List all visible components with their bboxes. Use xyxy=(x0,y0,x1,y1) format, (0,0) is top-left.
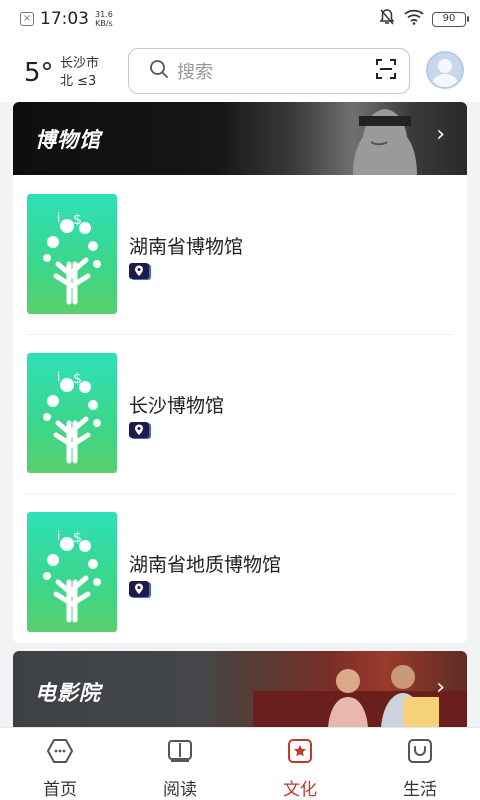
museum-name: 长沙博物馆 xyxy=(129,395,225,417)
search-icon xyxy=(149,59,169,83)
open-book-icon xyxy=(166,737,194,769)
scan-icon[interactable] xyxy=(375,58,397,84)
weather-wind: 北 ≤3 xyxy=(60,74,97,89)
section-title-museum: 博物馆 xyxy=(35,128,101,152)
svg-text:$: $ xyxy=(73,371,82,387)
museum-section: 博物馆 › $ i 湖南省博物馆 $ i 长沙博物馆 $ i 湖南省地质博物馆 xyxy=(13,102,467,643)
bottom-tab-bar: 首页 阅读 文化 生活 xyxy=(0,727,480,800)
list-item[interactable]: $ i 湖南省地质博物馆 xyxy=(13,493,467,643)
avatar[interactable] xyxy=(426,51,464,89)
list-item[interactable]: $ i 湖南省博物馆 xyxy=(13,175,467,334)
museum-thumbnail: $ i xyxy=(27,194,117,314)
svg-text:$: $ xyxy=(73,530,82,546)
svg-text:i: i xyxy=(57,211,60,225)
weather-location[interactable]: 长沙市 北 ≤3 xyxy=(60,55,99,91)
tab-label: 阅读 xyxy=(163,780,197,800)
chevron-right-icon[interactable]: › xyxy=(436,122,445,147)
list-item[interactable]: $ i 长沙博物馆 xyxy=(13,334,467,493)
weather-temperature[interactable]: 5° xyxy=(24,58,54,88)
museum-banner[interactable]: 博物馆 › xyxy=(13,102,467,175)
tree-icon: $ i xyxy=(43,211,101,305)
header: 5° 长沙市 北 ≤3 搜索 xyxy=(0,38,480,102)
location-pin-icon[interactable] xyxy=(129,581,149,597)
section-title-cinema: 电影院 xyxy=(35,681,101,705)
search-input[interactable]: 搜索 xyxy=(177,58,375,84)
museum-name: 湖南省博物馆 xyxy=(129,236,244,258)
wifi-icon xyxy=(404,9,424,29)
status-bar: × 17:03 31.6 KB/s 90 xyxy=(0,0,480,38)
tree-icon: $ i xyxy=(43,529,101,623)
search-bar[interactable]: 搜索 xyxy=(128,48,410,94)
tab-reading[interactable]: 阅读 xyxy=(120,728,240,800)
network-speed-value: 31.6 xyxy=(95,10,113,19)
notification-x-icon: × xyxy=(20,12,34,26)
museum-thumbnail: $ i xyxy=(27,512,117,632)
tab-home[interactable]: 首页 xyxy=(0,728,120,800)
location-pin-icon[interactable] xyxy=(129,263,149,279)
mute-bell-icon xyxy=(378,8,396,30)
svg-text:$: $ xyxy=(73,212,82,228)
smile-bag-icon xyxy=(406,737,434,769)
tab-label: 文化 xyxy=(283,780,317,800)
hexagon-home-icon xyxy=(46,737,74,769)
svg-text:i: i xyxy=(57,370,60,384)
tab-label: 首页 xyxy=(43,780,77,800)
svg-text:i: i xyxy=(57,529,60,543)
network-speed: 31.6 KB/s xyxy=(95,10,113,28)
tab-culture[interactable]: 文化 xyxy=(240,728,360,800)
cinema-banner[interactable]: 电影院 › xyxy=(13,651,467,727)
museum-thumbnail: $ i xyxy=(27,353,117,473)
cinema-photo xyxy=(253,665,467,727)
museum-name: 湖南省地质博物馆 xyxy=(129,554,282,576)
tab-life[interactable]: 生活 xyxy=(360,728,480,800)
statue-image xyxy=(353,109,417,175)
weather-city: 长沙市 xyxy=(60,56,100,71)
status-time: 17:03 xyxy=(40,9,89,29)
cinema-section: 电影院 › xyxy=(13,651,467,727)
network-speed-unit: KB/s xyxy=(95,19,113,28)
star-frame-icon xyxy=(286,737,314,769)
location-pin-icon[interactable] xyxy=(129,422,149,438)
battery-indicator: 90 xyxy=(432,11,469,27)
tab-label: 生活 xyxy=(403,780,437,800)
tree-icon: $ i xyxy=(43,370,101,464)
chevron-right-icon[interactable]: › xyxy=(436,675,445,700)
